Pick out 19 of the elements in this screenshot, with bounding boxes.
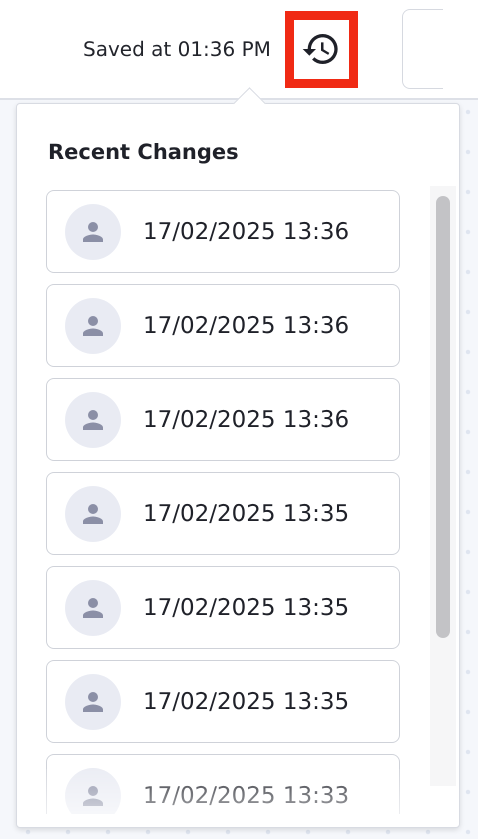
change-timestamp: 17/02/2025 13:36 bbox=[143, 312, 350, 338]
history-button[interactable] bbox=[284, 10, 358, 88]
change-entry[interactable]: 17/02/2025 13:35 bbox=[46, 472, 400, 555]
change-entry[interactable]: 17/02/2025 13:35 bbox=[46, 660, 400, 743]
change-timestamp: 17/02/2025 13:36 bbox=[143, 406, 350, 432]
change-timestamp: 17/02/2025 13:36 bbox=[143, 218, 350, 244]
change-timestamp: 17/02/2025 13:35 bbox=[143, 500, 350, 526]
change-entry[interactable]: 17/02/2025 13:36 bbox=[46, 284, 400, 367]
change-timestamp: 17/02/2025 13:35 bbox=[143, 688, 350, 714]
save-status: Saved at 01:36 PM bbox=[83, 37, 271, 61]
change-entry[interactable]: 17/02/2025 13:33 bbox=[46, 754, 400, 814]
change-timestamp: 17/02/2025 13:35 bbox=[143, 594, 350, 620]
popover-title: Recent Changes bbox=[48, 140, 239, 164]
change-entry[interactable]: 17/02/2025 13:35 bbox=[46, 566, 400, 649]
change-entry[interactable]: 17/02/2025 13:36 bbox=[46, 190, 400, 273]
change-timestamp: 17/02/2025 13:33 bbox=[143, 782, 350, 808]
change-entry[interactable]: 17/02/2025 13:36 bbox=[46, 378, 400, 461]
avatar-icon bbox=[65, 768, 121, 814]
scrollbar-thumb[interactable] bbox=[436, 196, 450, 638]
